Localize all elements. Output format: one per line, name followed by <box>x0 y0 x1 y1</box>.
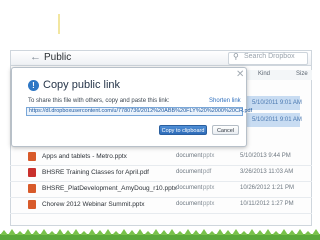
row-divider <box>10 213 312 214</box>
row-divider <box>10 165 312 166</box>
folder-title: Public <box>44 52 72 63</box>
file-modified-date: 3/26/2013 11:03 AM <box>240 169 294 175</box>
file-name[interactable]: Chorew 2012 Webinar Summit.pptx <box>42 201 144 208</box>
public-link-value[interactable]: https://dl.dropboxusercontent.com/u/7780… <box>29 108 252 114</box>
pptx-file-icon <box>28 152 36 161</box>
dialog-instruction: To share this file with others, copy and… <box>28 98 170 104</box>
file-kind: document <box>176 201 203 207</box>
grass-decoration <box>0 229 320 240</box>
info-icon: ! <box>28 80 39 91</box>
search-placeholder: Search Dropbox <box>244 53 295 60</box>
back-chevron-icon[interactable]: ← <box>30 51 41 63</box>
shorten-link[interactable]: Shorten link <box>209 98 241 104</box>
file-extension: pptx <box>203 185 215 191</box>
row-divider <box>10 181 312 182</box>
file-name[interactable]: Apps and tablets - Metro.pptx <box>42 153 127 160</box>
file-kind: document <box>176 153 203 159</box>
file-name[interactable]: BHSRE_PlatDevelopment_AmyDoug_r10.pptx <box>42 185 177 192</box>
file-extension: pdf <box>203 169 212 175</box>
file-name[interactable]: BHSRE Training Classes for April.pdf <box>42 169 149 176</box>
close-icon[interactable]: ✕ <box>236 69 244 80</box>
pdf-file-icon <box>28 168 36 177</box>
file-extension: pptx <box>203 153 215 159</box>
selected-row-date: 5/10/2011 9:01 AM <box>252 117 302 123</box>
decorative-accent-line <box>58 14 60 34</box>
file-modified-date: 10/26/2012 1:21 PM <box>240 185 295 191</box>
pptx-file-icon <box>28 200 36 209</box>
selected-row-date: 5/10/2011 9:01 AM <box>252 100 302 106</box>
file-kind: document <box>176 169 203 175</box>
file-modified-date: 10/11/2012 1:27 PM <box>240 201 294 207</box>
file-modified-date: 5/10/2013 9:44 PM <box>240 153 291 159</box>
cancel-button[interactable]: Cancel <box>212 125 239 135</box>
row-divider <box>10 197 312 198</box>
search-icon: ⚲ <box>233 52 239 61</box>
copy-to-clipboard-button[interactable]: Copy to clipboard <box>159 125 207 135</box>
dialog-title: Copy public link <box>43 79 121 91</box>
column-header-size[interactable]: Size <box>296 71 308 77</box>
file-kind: document <box>176 185 203 191</box>
column-header-kind[interactable]: Kind <box>258 71 270 77</box>
file-extension: pptx <box>203 201 215 207</box>
pptx-file-icon <box>28 184 36 193</box>
